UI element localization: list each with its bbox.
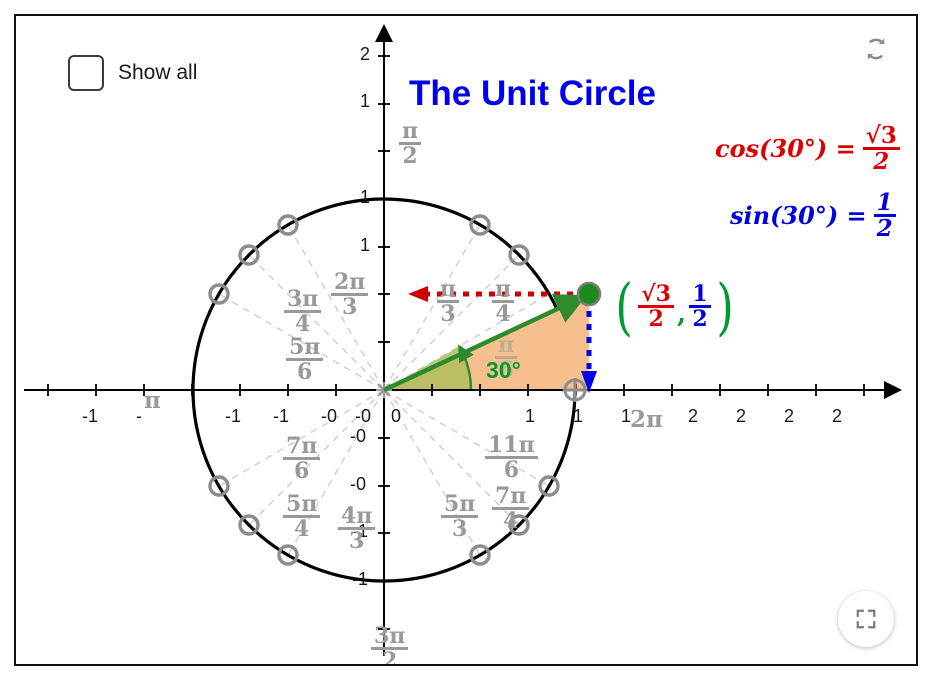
refresh-icon	[867, 38, 885, 60]
y-tick-label: -0	[350, 474, 367, 494]
y-tick-label: 1	[360, 235, 371, 255]
cosine-arrowhead	[408, 286, 428, 302]
angle-label-seven-pi-fourths: 7π 4	[490, 485, 531, 533]
label-denominator: 3	[342, 294, 358, 321]
sine-denominator: 2	[876, 215, 893, 243]
geogebra-applet[interactable]: -1 - -1 -1 -0 -0 0 1 1 1 2 2 2 2 2 1 1 1…	[14, 14, 918, 666]
angle-label-three-pi-halves: 3π 2	[369, 623, 410, 666]
label-denominator: 6	[294, 458, 310, 485]
angle-label-pi: π	[144, 387, 161, 414]
label-numerator: 5π	[286, 491, 318, 517]
label-numerator: 3π	[374, 623, 406, 649]
label-numerator: 2π	[334, 269, 366, 295]
label-denominator: 3	[349, 528, 365, 555]
label-numerator: π	[440, 276, 457, 302]
x-tick-label: 2	[688, 406, 699, 426]
point-y-numerator: 1	[692, 280, 708, 307]
x-tick-label: 2	[784, 406, 795, 426]
label-denominator: 2	[402, 143, 418, 170]
label-denominator: 2	[382, 648, 398, 666]
x-tick-label: -1	[82, 406, 99, 426]
label-denominator: 6	[503, 457, 520, 484]
angle-label-three-pi-fourths: 3π 4	[282, 288, 323, 336]
angle-label-five-pi-thirds: 5π 3	[439, 493, 480, 541]
angle-label-pi-fourths: π 4	[490, 278, 516, 326]
x-tick-label: 2	[736, 406, 747, 426]
label-numerator: 5π	[444, 491, 476, 517]
angle-label-five-pi-fourths: 5π 4	[281, 493, 322, 541]
coordinate-comma: ,	[676, 298, 687, 329]
angle-label-two-pi: 2π	[630, 406, 663, 433]
point-x-denominator: 2	[648, 306, 664, 333]
angle-label-two-pi-thirds: 2π 3	[329, 271, 370, 319]
label-numerator: 7π	[495, 483, 527, 509]
sine-equation-lhs: sin(30°) =	[730, 200, 867, 230]
x-tick-label: -0	[355, 406, 372, 426]
reset-button[interactable]	[857, 30, 895, 68]
label-denominator: 3	[452, 516, 468, 543]
point-coordinate-label: ( √3 2 , 1 2 )	[612, 270, 737, 343]
x-tick-label: 2	[832, 406, 843, 426]
x-tick-label: -1	[273, 406, 290, 426]
label-denominator: 6	[297, 359, 313, 386]
x-tick-label: -1	[225, 406, 242, 426]
show-all-checkbox-row[interactable]: Show all	[68, 55, 197, 91]
show-all-checkbox[interactable]	[68, 55, 104, 91]
label-denominator: 3	[440, 301, 456, 328]
label-denominator: 4	[295, 311, 311, 338]
sine-numerator: 1	[876, 189, 893, 216]
cosine-denominator: 2	[873, 148, 890, 176]
angle-label-pi-thirds: π 3	[435, 278, 461, 326]
x-tick-label: 0	[391, 406, 402, 426]
axes	[24, 24, 902, 656]
point-y-denominator: 2	[692, 306, 708, 333]
label-numerator: π	[498, 332, 515, 358]
angle-label-five-pi-sixths: 5π 6	[284, 336, 325, 384]
open-paren: (	[615, 270, 633, 343]
label-numerator: 5π	[289, 334, 321, 360]
y-tick-label: -1	[352, 569, 369, 589]
cosine-equation-lhs: cos(30°) =	[715, 133, 856, 163]
y-tick-label: 1	[360, 187, 371, 207]
label-denominator: 4	[294, 516, 310, 543]
angle-label-eleven-pi-sixths: 11π 6	[483, 434, 540, 482]
cosine-numerator: √3	[865, 122, 897, 149]
label-numerator: π	[495, 276, 512, 302]
label-numerator: 3π	[287, 286, 319, 312]
label-numerator: 4π	[341, 503, 373, 529]
x-tick-label: -0	[321, 406, 338, 426]
close-paren: )	[716, 270, 734, 343]
angle-label-four-pi-thirds: 4π 3	[336, 505, 377, 553]
label-denominator: 4	[503, 508, 519, 535]
draggable-point[interactable]	[576, 281, 602, 307]
x-tick-label: -	[136, 406, 142, 426]
label-numerator: π	[402, 118, 419, 144]
point-x-numerator: √3	[641, 280, 671, 307]
sine-equation: sin(30°) = 1 2	[730, 191, 898, 241]
angle-label-pi-half: π 2	[397, 120, 423, 168]
y-tick-label: 2	[360, 44, 371, 64]
y-tick-label: -0	[350, 426, 367, 446]
label-numerator: 7π	[286, 433, 318, 459]
angle-label-seven-pi-sixths: 7π 6	[281, 435, 322, 483]
label-denominator: 4	[495, 301, 511, 328]
fullscreen-icon	[856, 609, 876, 629]
y-tick-label: 1	[360, 91, 371, 111]
label-numerator: 11π	[488, 432, 535, 458]
angle-degree-label: 30°	[486, 357, 521, 383]
show-all-label: Show all	[118, 61, 198, 84]
cosine-equation: cos(30°) = √3 2	[715, 124, 902, 174]
fullscreen-button[interactable]	[838, 591, 894, 647]
x-tick-label: 1	[573, 406, 584, 426]
page-title: The Unit Circle	[409, 74, 656, 113]
x-tick-label: 1	[525, 406, 536, 426]
